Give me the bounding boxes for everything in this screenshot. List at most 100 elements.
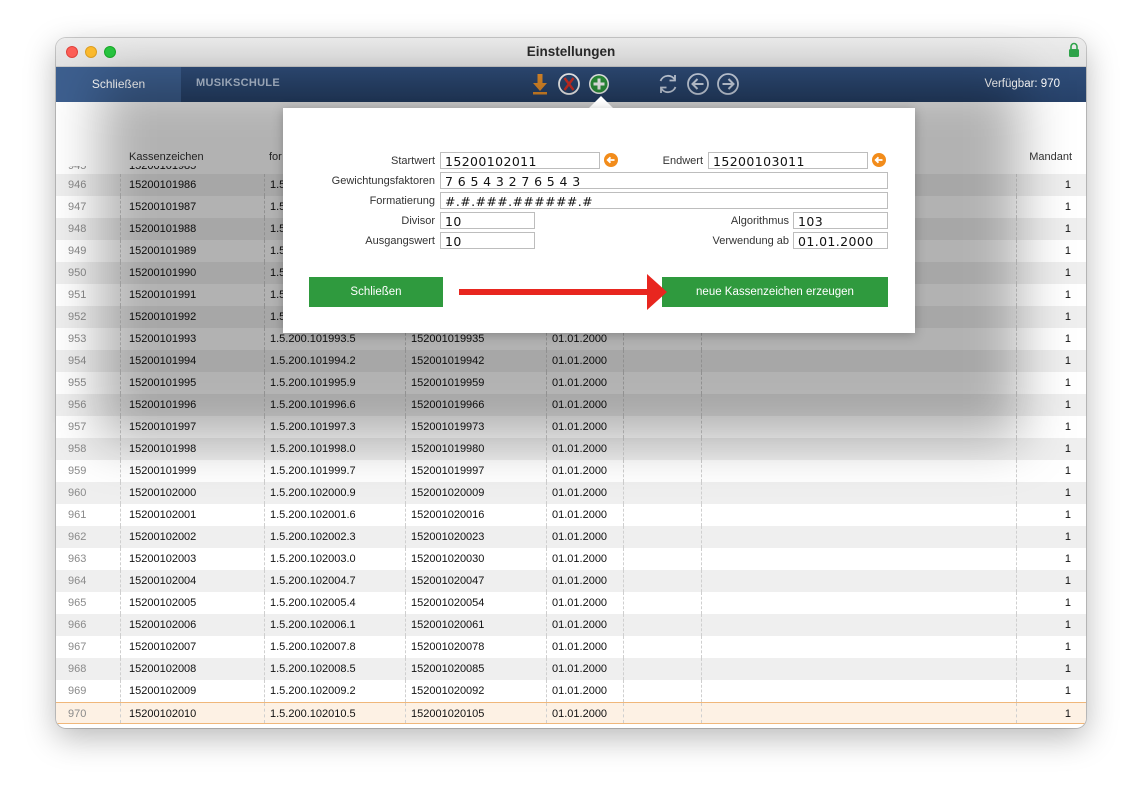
column-divider [264,284,265,306]
row-number: 949 [68,245,87,257]
table-row[interactable]: 970 15200102010 1.5.200.102010.5 1520010201… [56,702,1086,724]
column-divider [701,614,702,636]
formatierung-input[interactable]: #.#.###.######.# [440,192,888,209]
dialog-close-button[interactable]: Schließen [309,277,443,307]
generate-kassenzeichen-button[interactable]: neue Kassenzeichen erzeugen [662,277,888,307]
table-row[interactable]: 957 15200101997 1.5.200.101997.3 1520010199… [56,416,1086,438]
column-divider [546,614,547,636]
mandant-cell: 1 [1064,421,1071,433]
mandant-cell: 1 [1064,399,1071,411]
delete-icon[interactable] [557,72,581,96]
arrow-left-icon[interactable] [686,72,710,96]
ausgangswert-input[interactable]: 10 [440,232,535,249]
table-row[interactable]: 964 15200102004 1.5.200.102004.7 1520010200… [56,570,1086,592]
gewichtung-input[interactable]: 7 6 5 4 3 2 7 6 5 4 3 [440,172,888,189]
column-divider [546,636,547,658]
table-row[interactable]: 969 15200102009 1.5.200.102009.2 1520010200… [56,680,1086,702]
verwendung-input[interactable]: 01.01.2000 [793,232,888,249]
algorithmus-input[interactable]: 103 [793,212,888,229]
column-divider [405,526,406,548]
column-divider [120,372,121,394]
column-header-mandant[interactable]: Mandant [1029,151,1072,163]
row-number: 951 [68,289,87,301]
digits-cell: 152001020085 [411,663,485,675]
column-divider [120,262,121,284]
column-divider [701,482,702,504]
column-divider [1016,372,1017,394]
column-divider [1016,416,1017,438]
formatted-cell: 1.5.200.101996.6 [270,399,356,411]
column-divider [120,284,121,306]
digits-cell: 152001020061 [411,619,485,631]
row-number: 955 [68,377,87,389]
kassenzeichen-cell: 15200101999 [129,465,197,477]
column-divider [1016,262,1017,284]
column-divider [701,394,702,416]
verwendung-label: Verwendung ab [712,235,789,247]
table-row[interactable]: 959 15200101999 1.5.200.101999.7 1520010199… [56,460,1086,482]
endwert-reset-button[interactable] [872,153,886,167]
column-divider [623,570,624,592]
kassenzeichen-cell: 15200101998 [129,443,197,455]
column-divider [405,372,406,394]
table-row[interactable]: 962 15200102002 1.5.200.102002.3 1520010200… [56,526,1086,548]
table-row[interactable]: 961 15200102001 1.5.200.102001.6 1520010200… [56,504,1086,526]
column-divider [546,570,547,592]
column-header-formatted[interactable]: for [269,151,282,163]
formatted-cell: 1.5.200.101994.2 [270,355,356,367]
date-cell: 01.01.2000 [552,421,608,433]
digits-cell: 152001020078 [411,641,485,653]
row-number: 946 [68,179,87,191]
date-cell: 01.01.2000 [552,641,608,653]
table-row[interactable]: 954 15200101994 1.5.200.101994.2 1520010199… [56,350,1086,372]
column-divider [120,658,121,680]
column-divider [120,218,121,240]
column-divider [120,394,121,416]
digits-cell: 152001019973 [411,421,485,433]
column-divider [405,482,406,504]
date-cell: 01.01.2000 [552,619,608,631]
arrow-right-icon[interactable] [716,72,740,96]
row-number: 959 [68,465,87,477]
column-header-kassenzeichen[interactable]: Kassenzeichen [129,151,204,163]
row-number: 947 [68,201,87,213]
divisor-input[interactable]: 10 [440,212,535,229]
startwert-input[interactable]: 15200102011 [440,152,600,169]
table-row[interactable]: 955 15200101995 1.5.200.101995.9 1520010199… [56,372,1086,394]
column-divider [264,328,265,350]
column-divider [546,350,547,372]
formatted-cell: 1.5.200.101995.9 [270,377,356,389]
row-number: 970 [68,708,87,720]
date-cell: 01.01.2000 [552,553,608,565]
column-divider [701,703,702,723]
column-divider [546,460,547,482]
column-divider [1016,306,1017,328]
formatted-cell: 1.5.200.102006.1 [270,619,356,631]
column-divider [546,592,547,614]
table-row[interactable]: 965 15200102005 1.5.200.102005.4 1520010200… [56,592,1086,614]
table-row[interactable]: 968 15200102008 1.5.200.102008.5 1520010200… [56,658,1086,680]
column-divider [1016,482,1017,504]
startwert-reset-button[interactable] [604,153,618,167]
table-row[interactable]: 958 15200101998 1.5.200.101998.0 1520010199… [56,438,1086,460]
table-row[interactable]: 966 15200102006 1.5.200.102006.1 1520010200… [56,614,1086,636]
table-row[interactable]: 956 15200101996 1.5.200.101996.6 1520010199… [56,394,1086,416]
kassenzeichen-cell: 15200101996 [129,399,197,411]
kassenzeichen-cell: 15200102008 [129,663,197,675]
add-icon[interactable] [587,72,611,96]
table-row[interactable]: 963 15200102003 1.5.200.102003.0 1520010200… [56,548,1086,570]
table-row[interactable]: 967 15200102007 1.5.200.102007.8 1520010200… [56,636,1086,658]
column-divider [405,570,406,592]
table-row[interactable]: 960 15200102000 1.5.200.102000.9 1520010200… [56,482,1086,504]
column-divider [264,460,265,482]
kassenzeichen-cell: 15200101987 [129,201,197,213]
toolbar-close-button[interactable]: Schließen [56,67,181,102]
column-divider [120,196,121,218]
refresh-icon[interactable] [656,72,680,96]
column-divider [546,438,547,460]
digits-cell: 152001019959 [411,377,485,389]
lock-icon[interactable] [1068,42,1080,58]
endwert-input[interactable]: 15200103011 [708,152,868,169]
download-icon[interactable] [528,72,552,96]
toolbar: Schließen MUSIKSCHULE Verfügbar: 970 [56,67,1086,102]
